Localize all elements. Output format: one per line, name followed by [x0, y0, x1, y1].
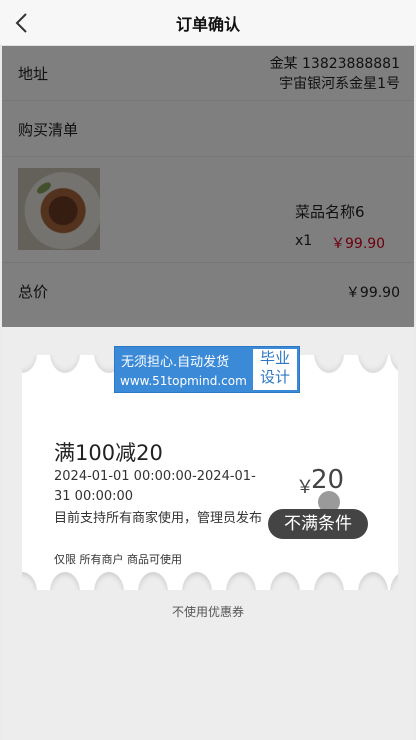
no-coupon-button[interactable]: 不使用优惠券 — [2, 603, 414, 620]
watermark-box-line2: 设计 — [259, 368, 290, 386]
coupon-description: 目前支持所有商家使用，管理员发布 — [54, 511, 263, 526]
watermark-box-line1: 毕业 — [259, 349, 290, 367]
watermark-url: www.51topmind.com — [120, 374, 247, 388]
coupon-scope: 仅限 所有商户 商品可使用 — [54, 553, 182, 566]
status-badge: 不满条件 — [268, 509, 368, 539]
coupon-title: 满100减20 — [54, 441, 163, 465]
ticket-edge-bottom — [22, 572, 398, 590]
modal-overlay[interactable] — [2, 46, 414, 327]
nav-bar: 订单确认 — [0, 0, 416, 46]
coupon-validity: 2024-01-01 00:00:00-2024-01-31 00:00:00 — [54, 469, 256, 504]
page-title: 订单确认 — [175, 15, 240, 34]
watermark-line1: 无须担心.自动发货 — [121, 355, 230, 370]
watermark-banner: 无须担心.自动发货 www.51topmind.com 毕业 设计 — [114, 346, 300, 393]
watermark-box: 毕业 设计 — [253, 349, 297, 390]
